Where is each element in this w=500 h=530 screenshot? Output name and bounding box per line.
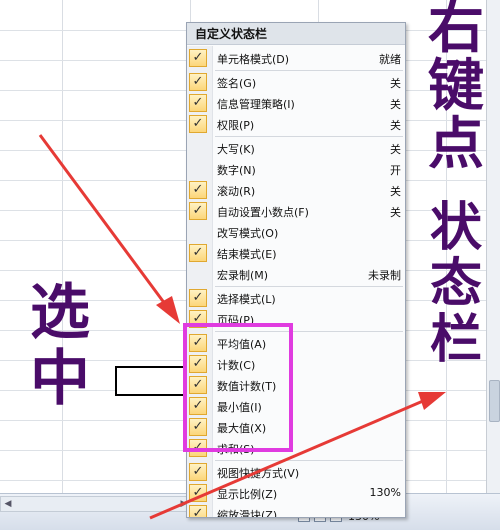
menu-item-label: 签名(G): [217, 77, 257, 90]
menu-item-info-policy[interactable]: ✓ 信息管理策略(I) 关: [187, 93, 405, 114]
checkmark-icon: ✓: [189, 94, 207, 112]
scrollbar-thumb[interactable]: [489, 380, 500, 422]
annotation-right-bottom: 状态栏: [430, 198, 483, 370]
menu-item-label: 改写模式(O): [217, 227, 279, 240]
menu-item-zoom[interactable]: ✓ 显示比例(Z) 130%: [187, 483, 405, 504]
statistics-highlight-box: [183, 323, 293, 452]
menu-item-zoom-slider[interactable]: ✓ 缩放滑块(Z): [187, 504, 405, 518]
menu-item-label: 大写(K): [217, 143, 255, 156]
menu-item-label: 权限(P): [217, 119, 255, 132]
checkmark-icon: ✓: [189, 484, 207, 502]
menu-separator: [215, 70, 403, 71]
checkmark-icon: ✓: [189, 463, 207, 481]
horizontal-scrollbar[interactable]: ◀ ▶: [0, 496, 192, 512]
checkmark-icon: ✓: [189, 49, 207, 67]
annotation-right-top: 右键点: [428, 0, 484, 177]
menu-item-cell-mode[interactable]: ✓ 单元格模式(D) 就绪: [187, 48, 405, 69]
checkmark-icon: ✓: [189, 73, 207, 91]
menu-item-label: 结束模式(E): [217, 248, 277, 261]
menu-item-signatures[interactable]: ✓ 签名(G) 关: [187, 72, 405, 93]
menu-separator: [215, 286, 403, 287]
menu-item-label: 视图快捷方式(V): [217, 467, 300, 480]
menu-item-label: 自动设置小数点(F): [217, 206, 309, 219]
menu-item-selection-mode[interactable]: ✓ 选择模式(L): [187, 288, 405, 309]
menu-item-value: 关: [390, 119, 401, 132]
menu-item-view-shortcuts[interactable]: ✓ 视图快捷方式(V): [187, 462, 405, 483]
menu-item-caps-lock[interactable]: 大写(K) 关: [187, 138, 405, 159]
vertical-scrollbar[interactable]: [486, 0, 500, 494]
menu-item-value: 就绪: [379, 53, 401, 66]
menu-item-label: 信息管理策略(I): [217, 98, 295, 111]
menu-item-fixed-decimal[interactable]: ✓ 自动设置小数点(F) 关: [187, 201, 405, 222]
selected-cell[interactable]: [115, 366, 193, 396]
menu-item-value: 130%: [369, 486, 401, 499]
menu-item-label: 单元格模式(D): [217, 53, 290, 66]
menu-item-value: 关: [390, 143, 401, 156]
menu-item-scroll-lock[interactable]: ✓ 滚动(R) 关: [187, 180, 405, 201]
menu-item-overtype-mode[interactable]: 改写模式(O): [187, 222, 405, 243]
scroll-left-icon[interactable]: ◀: [1, 497, 15, 511]
checkmark-icon: ✓: [189, 202, 207, 220]
menu-item-value: 关: [390, 206, 401, 219]
menu-item-label: 显示比例(Z): [217, 488, 278, 501]
menu-item-value: 开: [390, 164, 401, 177]
menu-separator: [215, 460, 403, 461]
menu-item-permissions[interactable]: ✓ 权限(P) 关: [187, 114, 405, 135]
menu-item-label: 宏录制(M): [217, 269, 269, 282]
checkmark-icon: ✓: [189, 115, 207, 133]
menu-item-label: 滚动(R): [217, 185, 256, 198]
menu-item-value: 关: [390, 98, 401, 111]
menu-item-label: 选择模式(L): [217, 293, 276, 306]
annotation-left: 选中: [30, 278, 90, 414]
menu-separator: [215, 136, 403, 137]
checkmark-icon: ✓: [189, 289, 207, 307]
checkmark-icon: ✓: [189, 244, 207, 262]
menu-item-label: 数字(N): [217, 164, 256, 177]
menu-title: 自定义状态栏: [187, 23, 405, 45]
checkmark-icon: ✓: [189, 505, 207, 517]
menu-item-label: 缩放滑块(Z): [217, 509, 278, 518]
menu-item-value: 关: [390, 185, 401, 198]
menu-item-macro-recording[interactable]: 宏录制(M) 未录制: [187, 264, 405, 285]
menu-item-value: 未录制: [368, 269, 401, 282]
menu-item-value: 关: [390, 77, 401, 90]
menu-item-end-mode[interactable]: ✓ 结束模式(E): [187, 243, 405, 264]
menu-item-num-lock[interactable]: 数字(N) 开: [187, 159, 405, 180]
checkmark-icon: ✓: [189, 181, 207, 199]
